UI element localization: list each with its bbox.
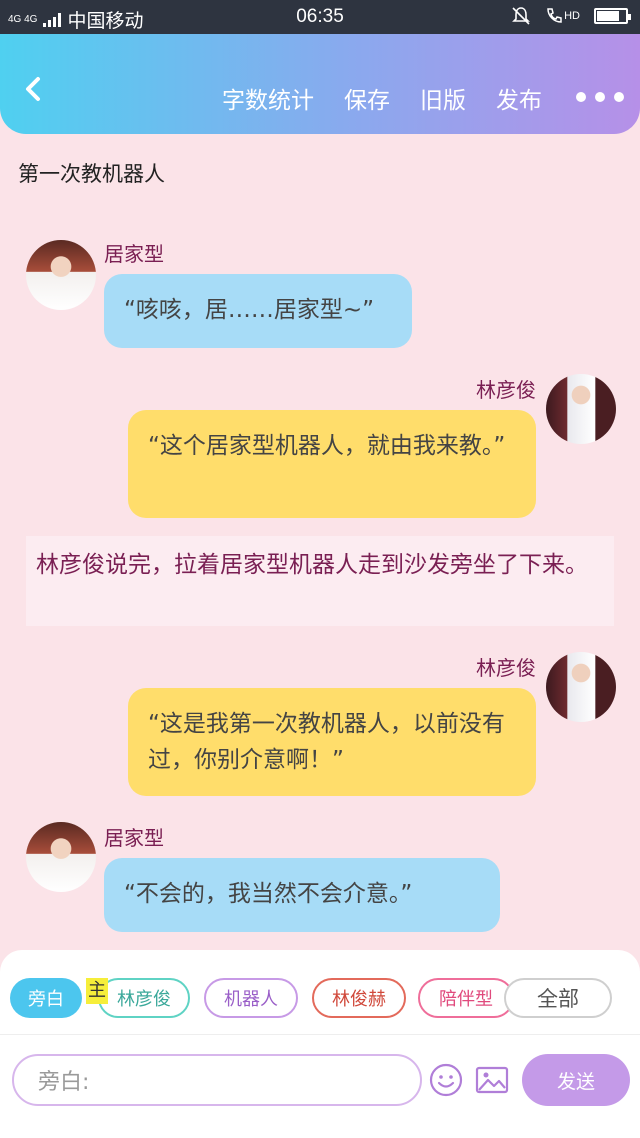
input-placeholder: 旁白: — [38, 1070, 90, 1095]
role-chip-companion[interactable]: 陪伴型 — [418, 978, 514, 1018]
message-bubble[interactable]: “这是我第一次教机器人，以前没有过，你别介意啊！” — [128, 688, 536, 796]
header-actions: 字数统计 保存 旧版 发布 — [222, 81, 542, 115]
role-chip-lin-junhe[interactable]: 林俊赫 — [312, 978, 406, 1018]
message-bubble[interactable]: “咳咳，居……居家型~” — [104, 274, 412, 348]
publish-button[interactable]: 发布 — [496, 81, 542, 115]
narration-block[interactable]: 林彦俊说完，拉着居家型机器人走到沙发旁坐了下来。 — [26, 536, 614, 626]
smiley-icon[interactable] — [428, 1062, 464, 1098]
divider — [0, 1034, 640, 1035]
role-chip-narration[interactable]: 旁白 — [10, 978, 82, 1018]
speaker-name: 林彦俊 — [476, 378, 536, 402]
message-bubble[interactable]: “不会的，我当然不会介意。” — [104, 858, 500, 932]
speaker-name: 林彦俊 — [476, 656, 536, 680]
word-count-button[interactable]: 字数统计 — [222, 81, 314, 115]
avatar-jujiaxing[interactable] — [26, 822, 96, 892]
message-input[interactable]: 旁白: — [12, 1054, 422, 1106]
avatar-linyanjun[interactable] — [546, 652, 616, 722]
message-bubble[interactable]: “这个居家型机器人，就由我来教。” — [128, 410, 536, 518]
phone-hd-icon: HD — [545, 7, 580, 25]
status-bar: 4G 4G 中国移动 06:35 HD — [0, 0, 640, 34]
send-button[interactable]: 发送 — [522, 1054, 630, 1106]
bell-off-icon — [512, 7, 531, 25]
image-icon[interactable] — [474, 1062, 510, 1098]
speaker-name: 居家型 — [104, 826, 164, 850]
avatar-jujiaxing[interactable] — [26, 240, 96, 310]
old-version-button[interactable]: 旧版 — [420, 81, 466, 115]
back-button[interactable] — [18, 74, 48, 104]
main-character-badge: 主 — [86, 978, 108, 1004]
story-title: 第一次教机器人 — [18, 162, 165, 186]
save-button[interactable]: 保存 — [344, 81, 390, 115]
role-chip-lin-yanjun[interactable]: 林彦俊 — [98, 978, 190, 1018]
role-chip-all[interactable]: 全部 — [504, 978, 612, 1018]
speaker-name: 居家型 — [104, 242, 164, 266]
more-dots-icon[interactable] — [576, 92, 624, 102]
chevron-left-icon — [26, 77, 40, 101]
avatar-linyanjun[interactable] — [546, 374, 616, 444]
battery-icon — [594, 8, 631, 24]
role-chip-robot[interactable]: 机器人 — [204, 978, 298, 1018]
editor-header: 字数统计 保存 旧版 发布 — [0, 34, 640, 134]
hd-label: HD — [564, 10, 580, 22]
status-right: HD — [511, 6, 631, 26]
